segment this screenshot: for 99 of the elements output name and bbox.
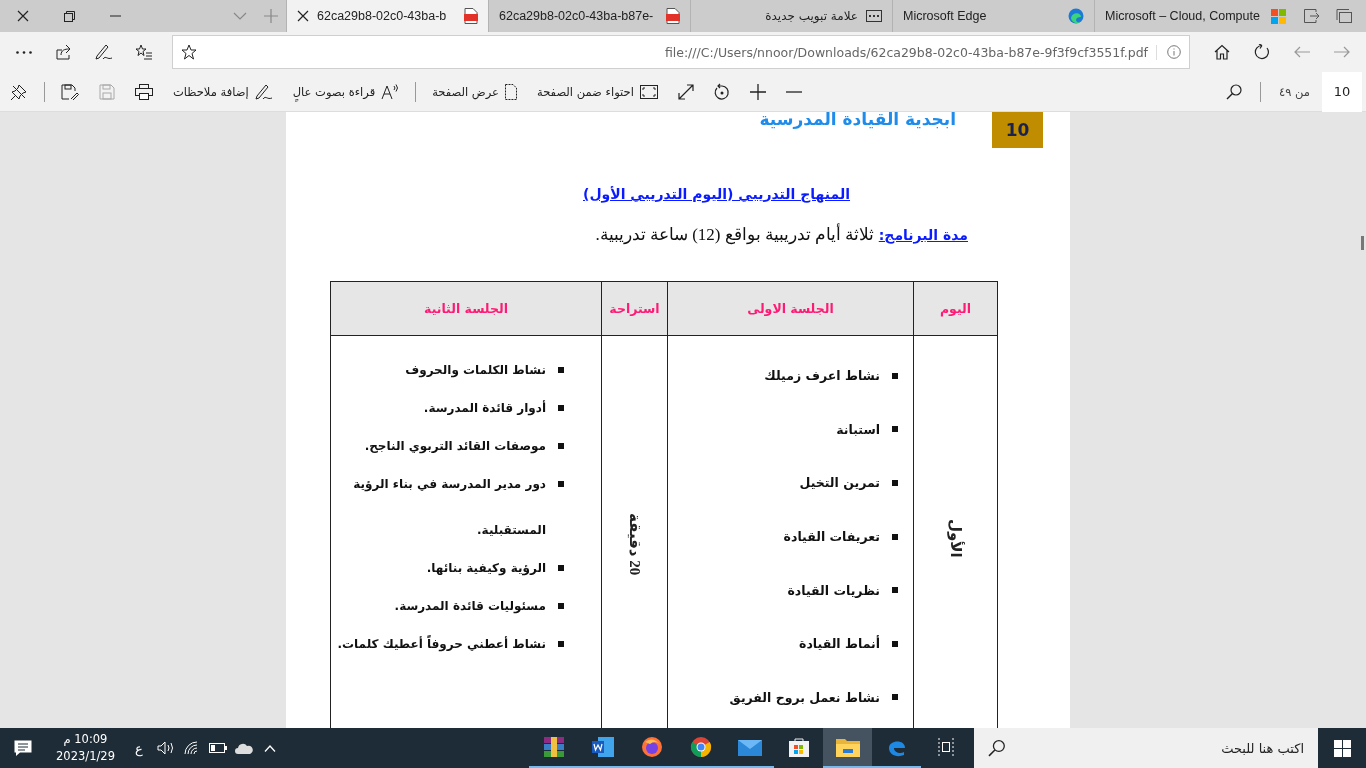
close-icon bbox=[297, 10, 309, 22]
bullet-icon bbox=[558, 481, 564, 487]
bullet-icon bbox=[558, 443, 564, 449]
tab-aside-icon[interactable] bbox=[1304, 9, 1320, 23]
four-squares-icon bbox=[1271, 8, 1286, 24]
list-item: نظريات القيادة bbox=[787, 582, 880, 598]
favorites-icon[interactable] bbox=[135, 44, 153, 60]
language-indicator[interactable]: ع bbox=[124, 728, 153, 768]
more-icon[interactable] bbox=[16, 50, 32, 54]
info-icon bbox=[1167, 45, 1181, 59]
page-view-button[interactable]: عرض الصفحة bbox=[422, 75, 527, 108]
address-field[interactable]: file:///C:/Users/nnoor/Downloads/62ca29b8-02c0-43ba-b87e-9f3f9cf3551f.pdf bbox=[172, 35, 1190, 69]
list-item: تمرين التخيل bbox=[799, 475, 880, 491]
list-item: دور مدير المدرسة في بناء الرؤية المستقبلية. bbox=[352, 476, 546, 539]
archive-books-icon bbox=[542, 736, 565, 758]
star-icon bbox=[181, 44, 197, 60]
bullet-icon bbox=[892, 587, 898, 594]
bullet-icon bbox=[558, 405, 564, 411]
scrollbar-thumb[interactable] bbox=[1361, 236, 1364, 250]
list-item: استبانة bbox=[836, 421, 880, 437]
page-number-badge: 10 bbox=[992, 112, 1043, 148]
bullet-icon bbox=[892, 426, 898, 433]
forward-arrow-icon[interactable] bbox=[1334, 46, 1350, 58]
zoom-in-icon[interactable] bbox=[749, 83, 766, 100]
bullet-icon bbox=[558, 565, 564, 571]
list-item: مسئوليات قائدة المدرسة. bbox=[394, 598, 546, 616]
caret-up-icon[interactable] bbox=[263, 744, 276, 752]
home-icon[interactable] bbox=[1214, 44, 1230, 60]
task-view-icon[interactable] bbox=[936, 738, 955, 756]
tab-page-icon bbox=[866, 10, 882, 22]
read-aloud-button[interactable]: قراءة بصوت عالٍ bbox=[282, 75, 410, 108]
expand-icon[interactable] bbox=[677, 83, 694, 100]
search-input[interactable]: اكتب هنا للبحث bbox=[1017, 740, 1304, 756]
column-header: اليوم bbox=[913, 281, 998, 336]
restore-icon[interactable] bbox=[63, 10, 75, 22]
page-number-field[interactable]: 10 bbox=[1322, 71, 1362, 112]
unpin-icon[interactable] bbox=[10, 82, 28, 101]
bullet-icon bbox=[558, 603, 564, 609]
bullet-icon bbox=[892, 640, 898, 647]
windows-logo-icon[interactable] bbox=[1333, 739, 1351, 757]
list-item: نشاط الكلمات والحروف bbox=[405, 362, 546, 380]
list-item: الرؤية وكيفية بنائها. bbox=[426, 560, 546, 578]
share-icon[interactable] bbox=[55, 44, 73, 60]
column-header: الجلسة الثانية bbox=[330, 281, 602, 336]
taskbar-app-button[interactable] bbox=[823, 728, 872, 768]
bullet-icon bbox=[892, 372, 898, 379]
word-icon bbox=[590, 736, 615, 758]
shopping-bag-icon bbox=[787, 736, 810, 758]
pdf-icon bbox=[464, 8, 478, 24]
browser-tab[interactable]: 62ca29b8-02c0-43ba-b bbox=[286, 0, 488, 32]
page-count: من ٤٩ bbox=[1278, 84, 1311, 99]
battery-icon[interactable] bbox=[208, 743, 227, 753]
list-item: أنماط القيادة bbox=[799, 636, 880, 652]
list-item: نشاط اعرف زميلك bbox=[764, 368, 880, 384]
pen-button[interactable]: إضافة ملاحظات bbox=[163, 75, 283, 108]
wifi-icon[interactable] bbox=[183, 741, 200, 755]
envelope-icon bbox=[737, 738, 762, 756]
tabs-stack-icon[interactable] bbox=[1336, 9, 1352, 23]
bullet-icon bbox=[558, 367, 564, 373]
fit-page-icon bbox=[639, 84, 658, 99]
bullet-icon bbox=[892, 480, 898, 486]
minimize-icon[interactable] bbox=[109, 15, 121, 17]
edge-logo-icon bbox=[1068, 8, 1084, 24]
firefox-icon bbox=[640, 736, 663, 758]
list-item: موصفات القائد التربوي الناجح. bbox=[364, 438, 546, 456]
break-duration: 20 دقيقة bbox=[625, 513, 644, 576]
list-item: تعريفات القيادة bbox=[783, 529, 880, 545]
pen-icon[interactable] bbox=[95, 43, 113, 61]
list-item: نشاط أعطني حروفاً أعطيك كلمات. bbox=[337, 634, 546, 654]
pen-icon bbox=[254, 82, 273, 101]
bullet-icon bbox=[892, 694, 898, 701]
refresh-icon[interactable] bbox=[1254, 44, 1270, 60]
fit-page-button[interactable]: احتواء ضمن الصفحة bbox=[527, 75, 668, 108]
bullet-icon bbox=[892, 533, 898, 540]
back-arrow-icon[interactable] bbox=[1294, 46, 1310, 58]
close-icon[interactable] bbox=[17, 10, 29, 22]
day-label: الأول bbox=[946, 519, 965, 558]
print-icon[interactable] bbox=[135, 83, 153, 100]
page-view-icon bbox=[505, 83, 517, 100]
chrome-icon bbox=[689, 736, 712, 758]
zoom-out-icon[interactable] bbox=[785, 90, 802, 93]
column-header: الجلسة الاولى bbox=[667, 281, 914, 336]
notification-icon[interactable] bbox=[14, 739, 32, 757]
rotate-icon[interactable] bbox=[713, 82, 730, 101]
save-as-icon[interactable] bbox=[61, 83, 79, 100]
document-subtitle: المنهاج التدريبي (اليوم التدريبي الأول) bbox=[583, 186, 850, 202]
taskbar-search-bar[interactable]: اكتب هنا للبحث bbox=[974, 728, 1318, 768]
cloud-icon[interactable] bbox=[234, 742, 253, 754]
speaker-icon[interactable] bbox=[156, 741, 175, 755]
bullet-icon bbox=[558, 641, 564, 647]
read-aloud-icon bbox=[381, 83, 400, 100]
duration-text: مدة البرنامج: ثلاثة أيام تدريبية بواقع (12) ساعة تدريبية. bbox=[594, 224, 969, 245]
list-item: نشاط نعمل بروح الفريق bbox=[729, 689, 880, 705]
folder-icon bbox=[835, 737, 860, 757]
search-icon[interactable] bbox=[1226, 83, 1243, 100]
column-header: استراحة bbox=[601, 281, 668, 336]
list-item: أدوار قائدة المدرسة. bbox=[423, 399, 546, 418]
search-icon bbox=[988, 739, 1006, 757]
pdf-icon bbox=[666, 8, 680, 24]
